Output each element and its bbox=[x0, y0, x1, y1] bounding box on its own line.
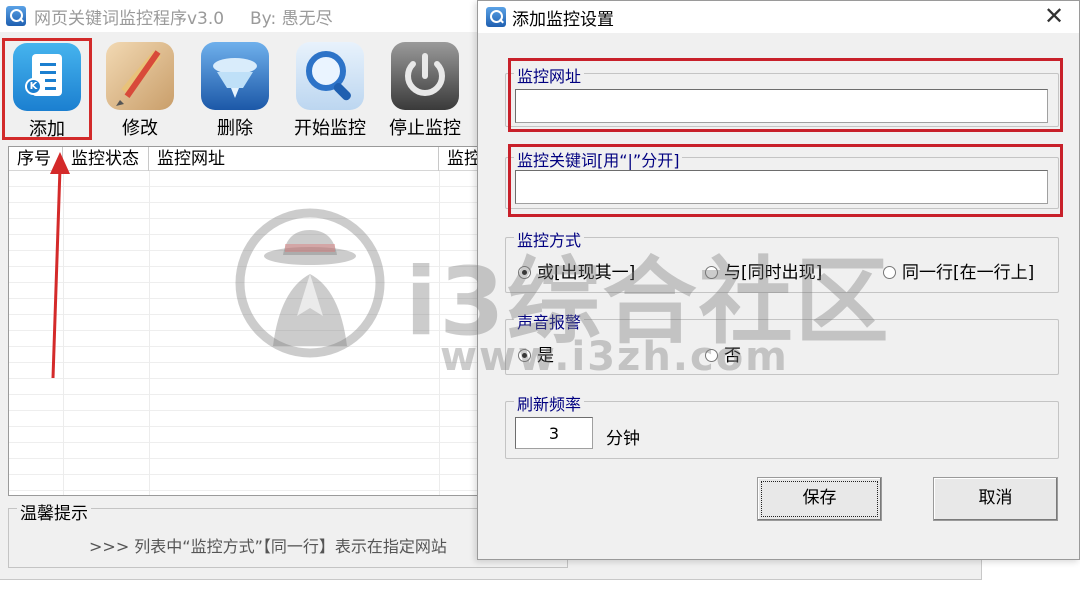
dialog-magnifier-icon bbox=[486, 7, 506, 27]
sound-radio-no[interactable]: 否 bbox=[705, 341, 741, 366]
save-button[interactable]: 保存 bbox=[757, 477, 882, 521]
start-monitor-label: 开始监控 bbox=[294, 118, 366, 139]
red-arrow-annotation bbox=[50, 152, 70, 379]
stop-monitor-button[interactable]: 停止监控 bbox=[380, 38, 470, 140]
url-highlight-box bbox=[508, 58, 1063, 132]
radio-checked-icon bbox=[518, 349, 531, 362]
delete-icon bbox=[201, 42, 269, 110]
list-column-divider bbox=[439, 171, 440, 495]
edit-button-label: 修改 bbox=[122, 118, 158, 139]
mode-radio-same-line[interactable]: 同一行[在一行上] bbox=[883, 258, 1034, 283]
refresh-unit: 分钟 bbox=[606, 429, 640, 449]
dialog-title: 添加监控设置 bbox=[512, 10, 614, 30]
add-button[interactable]: K 添加 bbox=[2, 38, 92, 140]
mode-same-line-label: 同一行[在一行上] bbox=[902, 263, 1035, 283]
mode-or-label: 或[出现其一] bbox=[537, 263, 636, 283]
refresh-label: 刷新频率 bbox=[514, 391, 585, 415]
stop-monitor-label: 停止监控 bbox=[389, 118, 461, 139]
delete-button-label: 删除 bbox=[217, 118, 253, 139]
sound-yes-label: 是 bbox=[537, 346, 554, 366]
add-button-label: 添加 bbox=[29, 119, 65, 140]
main-window-author: By: 愚无尽 bbox=[250, 9, 333, 29]
main-window-title: 网页关键词监控程序v3.0 bbox=[34, 9, 225, 29]
radio-unchecked-icon bbox=[705, 349, 718, 362]
sound-group: 声音报警 bbox=[505, 309, 1059, 375]
magnifier-icon bbox=[296, 42, 364, 110]
close-icon[interactable]: ✕ bbox=[1039, 3, 1069, 31]
sound-no-label: 否 bbox=[724, 346, 741, 366]
start-monitor-button[interactable]: 开始监控 bbox=[285, 38, 375, 140]
tips-text: >>> 列表中“监控方式”【同一行】表示在指定网站 bbox=[89, 537, 447, 556]
cancel-button[interactable]: 取消 bbox=[933, 477, 1058, 521]
edit-button[interactable]: 修改 bbox=[95, 38, 185, 140]
tips-title: 温馨提示 bbox=[17, 499, 91, 524]
add-doc-icon: K bbox=[13, 43, 81, 111]
delete-button[interactable]: 删除 bbox=[190, 38, 280, 140]
radio-checked-icon bbox=[518, 266, 531, 279]
pencil-ruler-icon bbox=[106, 42, 174, 110]
mode-radio-or[interactable]: 或[出现其一] bbox=[518, 258, 635, 283]
mode-label: 监控方式 bbox=[514, 227, 585, 251]
keyword-highlight-box bbox=[508, 144, 1063, 217]
refresh-interval-input[interactable] bbox=[515, 417, 593, 449]
radio-unchecked-icon bbox=[883, 266, 896, 279]
mode-and-label: 与[同时出现] bbox=[724, 263, 823, 283]
sound-label: 声音报警 bbox=[514, 309, 585, 333]
column-header-url[interactable]: 监控网址 bbox=[149, 147, 439, 171]
add-monitor-dialog: 添加监控设置 ✕ 监控网址 监控关键词[用“|”分开] 监控方式 或[出现其一]… bbox=[477, 0, 1080, 560]
list-column-divider bbox=[149, 171, 150, 495]
mode-radio-and[interactable]: 与[同时出现] bbox=[705, 258, 822, 283]
radio-unchecked-icon bbox=[705, 266, 718, 279]
power-icon bbox=[391, 42, 459, 110]
dialog-titlebar: 添加监控设置 ✕ bbox=[478, 1, 1079, 33]
sound-radio-yes[interactable]: 是 bbox=[518, 341, 554, 366]
app-magnifier-icon bbox=[6, 6, 26, 26]
